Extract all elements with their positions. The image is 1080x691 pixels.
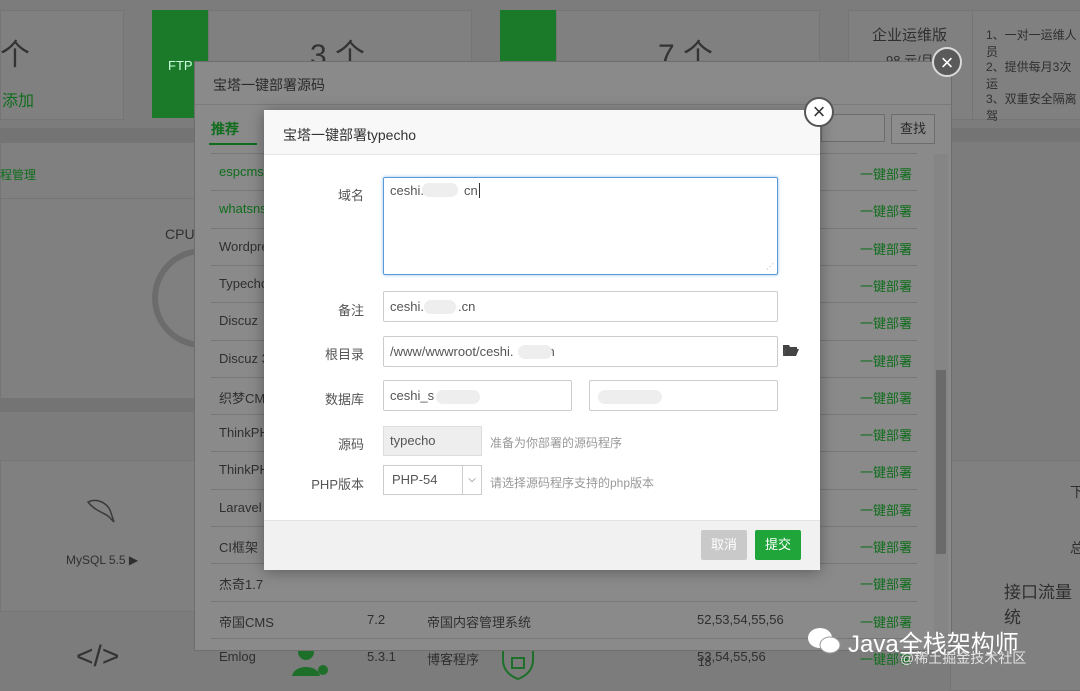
deploy-button[interactable]: 一键部署 — [860, 425, 912, 444]
source-php-versions: 53,54,55,56 — [697, 648, 766, 664]
deploy-modal-title: 宝塔一键部署源码 — [213, 77, 325, 93]
blurred-text — [518, 345, 552, 359]
db-password-input[interactable] — [589, 380, 778, 411]
chevron-down-icon: ⌵ — [462, 466, 481, 494]
db-user-prefix: ceshi_s — [390, 388, 435, 403]
resize-handle-icon[interactable]: ⋰ — [766, 262, 774, 271]
remark-prefix: ceshi. — [390, 299, 424, 314]
source-description: 博客程序 — [427, 651, 480, 667]
source-name: 帝国CMS — [219, 614, 274, 630]
typecho-modal-footer: 取消 提交 — [264, 520, 820, 570]
php-version-label: PHP版本 — [311, 477, 364, 492]
plus-icon: 个 — [0, 39, 30, 72]
source-name: 杰奇1.7 — [219, 577, 264, 593]
blurred-text — [598, 390, 662, 404]
root-dir-input[interactable]: /www/wwwroot/ceshi.n — [383, 336, 778, 367]
search-button[interactable]: 查找 — [891, 114, 935, 144]
typecho-deploy-modal: 宝塔一键部署typecho 域名 ceshi. cn ⋰ 备注 ceshi. .cn… — [264, 110, 820, 570]
domain-value-prefix: ceshi. — [390, 183, 424, 198]
close-deploy-modal-button[interactable]: × — [932, 47, 962, 77]
source-hint: 准备为你部署的源码程序 — [490, 436, 623, 450]
deploy-button[interactable]: 一键部署 — [860, 500, 912, 519]
add-link[interactable]: 添加 — [2, 87, 34, 111]
blurred-text — [422, 183, 458, 197]
total-label: 总 — [1070, 540, 1080, 556]
remark-suffix: .cn — [457, 299, 476, 314]
feature-item: 1、一对一运维人员 — [986, 28, 1077, 59]
feature-item: 3、双重安全隔离驾 — [986, 92, 1077, 123]
source-label: 源码 — [337, 437, 364, 452]
close-typecho-modal-button[interactable]: × — [804, 97, 834, 127]
deploy-button[interactable]: 一键部署 — [860, 276, 912, 295]
source-readonly-field: typecho — [383, 426, 482, 456]
software-grid — [0, 460, 196, 612]
source-name: espcms — [219, 164, 264, 179]
source-description: 帝国内容管理系统 — [427, 614, 532, 630]
scrollbar-thumb[interactable] — [936, 370, 946, 554]
mysql-label[interactable]: MySQL 5.5 ▶ — [66, 553, 138, 567]
domain-value-suffix: cn — [463, 183, 478, 198]
deploy-button[interactable]: 一键部署 — [860, 351, 912, 370]
download-label: 下 — [1070, 484, 1080, 500]
watermark-subtitle: @稀土掘金技术社区 — [900, 650, 1027, 666]
db-user-input[interactable]: ceshi_s — [383, 380, 572, 411]
source-version: 5.3.1 — [367, 648, 396, 664]
source-php-versions: 52,53,54,55,56 — [697, 611, 784, 627]
deploy-button[interactable]: 一键部署 — [860, 388, 912, 407]
deploy-button[interactable]: 一键部署 — [860, 164, 912, 183]
typecho-modal-title: 宝塔一键部署typecho — [283, 127, 417, 143]
feature-item: 2、提供每月3次运 — [986, 60, 1072, 91]
blurred-text — [436, 390, 480, 404]
database-label: 数据库 — [324, 392, 364, 407]
section-divider — [0, 398, 194, 412]
code-icon: </> — [76, 640, 120, 673]
traffic-title: 接口流量统 — [1004, 583, 1072, 627]
deploy-button[interactable]: 一键部署 — [860, 201, 912, 220]
domain-textarea[interactable]: ceshi. cn ⋰ — [383, 177, 778, 275]
tab-active-indicator — [209, 143, 257, 145]
source-name: Discuz — [219, 313, 259, 329]
remark-input[interactable]: ceshi. .cn — [383, 291, 778, 322]
cpu-label: CPU — [165, 226, 195, 242]
php-version-value: PHP-54 — [392, 472, 438, 487]
php-version-hint: 请选择源码程序支持的php版本 — [490, 476, 655, 490]
row-divider — [211, 600, 917, 602]
typecho-modal-header: 宝塔一键部署typecho — [264, 110, 820, 155]
deploy-button[interactable]: 一键部署 — [860, 537, 912, 556]
source-version: 7.2 — [367, 611, 386, 627]
wechat-logo-icon — [806, 626, 842, 656]
source-name: whatsns — [219, 201, 267, 217]
source-name: Emlog — [219, 648, 256, 664]
blurred-text — [424, 300, 456, 314]
cancel-button[interactable]: 取消 — [701, 530, 747, 560]
deploy-button[interactable]: 一键部署 — [860, 239, 912, 258]
source-name: CI框架 — [219, 540, 259, 555]
deploy-button[interactable]: 一键部署 — [860, 574, 912, 593]
root-dir-label: 根目录 — [324, 347, 364, 362]
source-name: Laravel — [219, 499, 262, 515]
source-name: Typecho — [219, 275, 269, 291]
folder-open-icon[interactable] — [783, 344, 799, 356]
mysql-dolphin-icon — [84, 496, 118, 526]
ftp-label: FTP — [168, 58, 193, 73]
php-version-select[interactable]: PHP-54 ⌵ — [383, 465, 482, 495]
domain-label: 域名 — [337, 188, 364, 203]
deploy-button[interactable]: 一键部署 — [860, 462, 912, 481]
root-dir-prefix: /www/wwwroot/ceshi. — [390, 344, 514, 359]
remark-label: 备注 — [337, 303, 364, 318]
tab-recommended[interactable]: 推荐 — [211, 119, 239, 139]
source-name: Discuz 3 — [219, 350, 269, 366]
process-manage-link[interactable]: 程管理 — [0, 166, 36, 183]
enterprise-title: 企业运维版 — [872, 27, 948, 44]
deploy-modal-header: 宝塔一键部署源码 — [195, 62, 951, 105]
submit-button[interactable]: 提交 — [755, 530, 801, 560]
deploy-button[interactable]: 一键部署 — [860, 313, 912, 332]
